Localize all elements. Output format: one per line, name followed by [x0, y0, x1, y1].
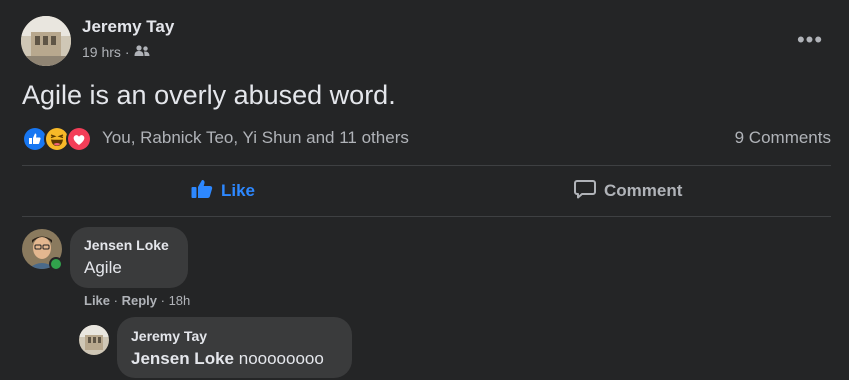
like-label: Like — [221, 181, 256, 200]
action-separator: · — [113, 293, 122, 308]
comment-icon — [574, 179, 596, 204]
like-button[interactable]: Like — [191, 174, 255, 208]
divider-bottom — [22, 216, 831, 217]
post-card: Jeremy Tay 19 hrs · ••• Agile is an over… — [0, 0, 849, 380]
comment-like-link[interactable]: Like — [84, 293, 110, 308]
post-time[interactable]: 19 hrs — [82, 44, 121, 60]
reaction-names[interactable]: You, Rabnick Teo, Yi Shun and 11 others — [102, 128, 409, 148]
commenter-avatar[interactable] — [22, 229, 63, 271]
comment-text: Agile — [84, 258, 122, 277]
friends-icon — [134, 44, 150, 60]
reply-avatar[interactable] — [79, 325, 109, 355]
meta-separator: · — [124, 44, 130, 60]
thumbs-up-icon — [191, 179, 213, 204]
action-separator: · — [160, 293, 169, 308]
reply-mention[interactable]: Jensen Loke — [131, 349, 234, 368]
reply-author[interactable]: Jeremy Tay — [131, 328, 338, 344]
reply-bubble: Jeremy Tay Jensen Loke noooooooo — [117, 317, 352, 378]
comment-button[interactable]: Comment — [574, 174, 682, 208]
love-reaction-icon — [66, 126, 92, 152]
reply-text-line: Jensen Loke noooooooo — [131, 349, 338, 369]
comments-count[interactable]: 9 Comments — [735, 128, 831, 148]
author-avatar[interactable] — [21, 16, 71, 66]
post-meta: 19 hrs · — [82, 44, 150, 60]
divider-top — [22, 165, 831, 166]
comment-time[interactable]: 18h — [169, 293, 191, 308]
comment-reply-link[interactable]: Reply — [122, 293, 157, 308]
more-options-icon[interactable]: ••• — [790, 26, 830, 54]
reaction-icons[interactable] — [22, 126, 92, 152]
comment-label: Comment — [604, 181, 683, 200]
post-text: Agile is an overly abused word. — [22, 80, 396, 110]
reply-text: noooooooo — [238, 349, 324, 368]
comment-bubble: Jensen Loke Agile — [70, 227, 188, 288]
online-status-indicator — [49, 257, 63, 271]
comment-author[interactable]: Jensen Loke — [84, 237, 174, 253]
author-name[interactable]: Jeremy Tay — [82, 17, 174, 37]
comment-actions: Like · Reply · 18h — [84, 293, 190, 308]
